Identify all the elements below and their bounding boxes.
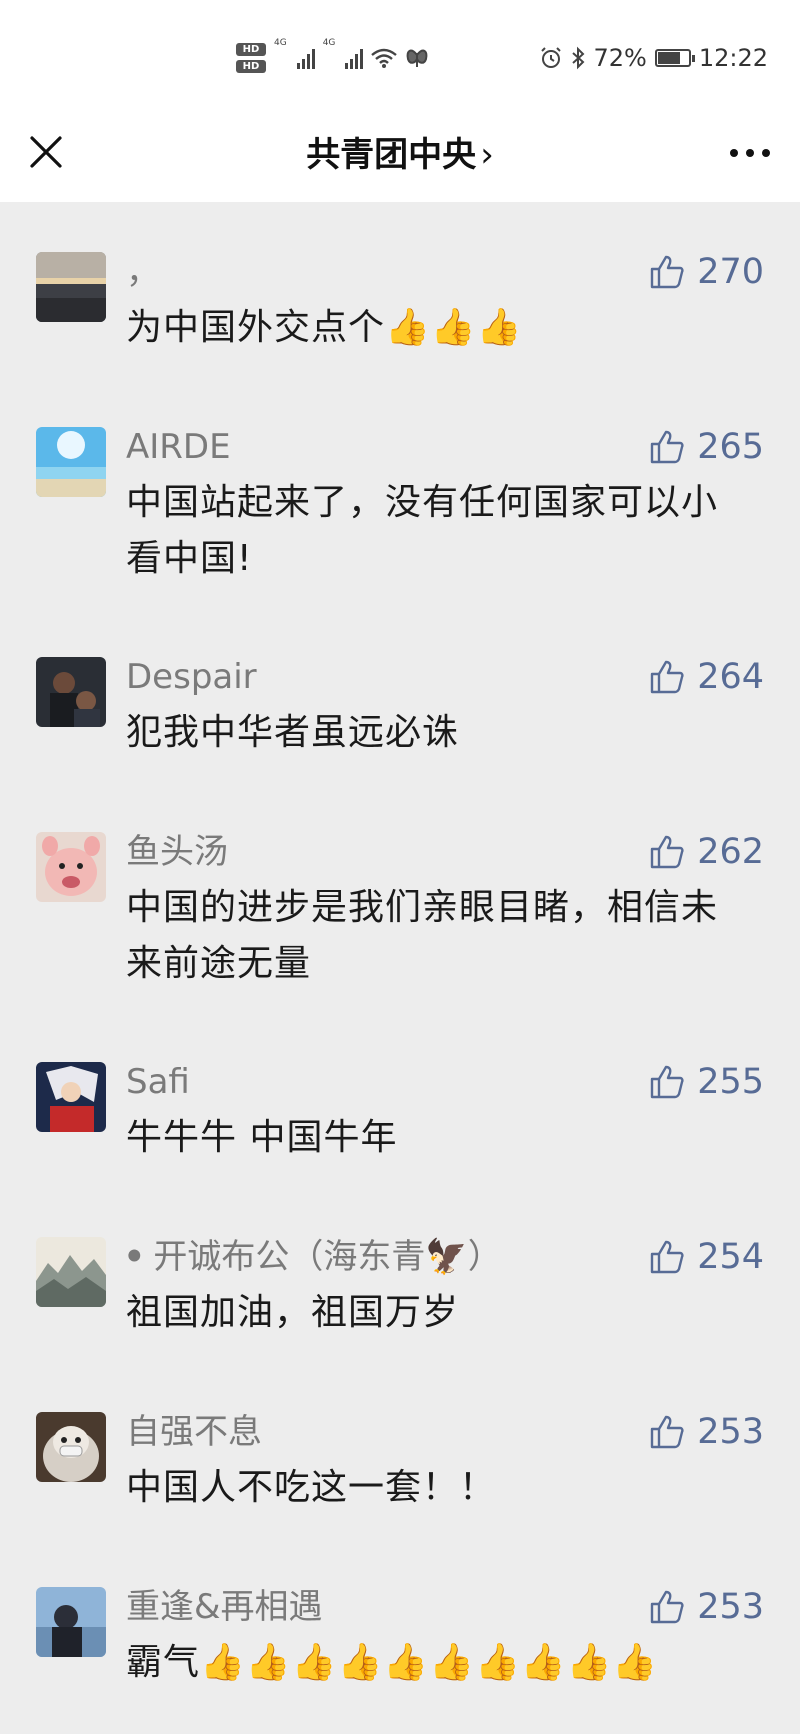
like-button[interactable]: 253 — [649, 1412, 764, 1452]
hd-badge-1: HD — [236, 43, 266, 56]
avatar[interactable] — [36, 657, 106, 727]
comment-author[interactable]: Safi — [126, 1062, 190, 1102]
bluetooth-icon — [572, 46, 585, 70]
comment-author[interactable]: Despair — [126, 657, 257, 697]
page-title-text: 共青团中央 — [306, 135, 477, 175]
thumbs-up-icon — [650, 430, 684, 464]
avatar[interactable] — [36, 1237, 106, 1307]
alarm-icon — [541, 47, 562, 68]
signal-2-icon — [345, 47, 364, 69]
status-left: HD HD 4G 4G — [236, 38, 429, 78]
comment-text: 祖国加油，祖国万岁 — [126, 1292, 460, 1333]
like-button[interactable]: 265 — [649, 427, 764, 467]
comment-author[interactable]: 自强不息 — [126, 1412, 262, 1452]
thumbs-up-icon — [650, 1065, 684, 1099]
comment-text: 中国人不吃这一套！！ — [126, 1467, 497, 1508]
thumbs-up-icon — [650, 1240, 684, 1274]
like-count: 270 — [697, 252, 764, 292]
comment-author[interactable]: ꔷ 开诚布公（海东青🦅） — [126, 1237, 502, 1277]
more-icon[interactable] — [730, 138, 770, 168]
avatar[interactable] — [36, 252, 106, 322]
status-right: 72% 12:22 — [539, 40, 768, 76]
thumbs-up-icon — [650, 1415, 684, 1449]
like-count: 253 — [697, 1412, 764, 1452]
comment-author[interactable]: AIRDE — [126, 427, 231, 467]
status-bar: HD HD 4G 4G 72% 12:22 — [0, 0, 800, 108]
sim2-label: 4G — [322, 38, 336, 48]
avatar[interactable] — [36, 1412, 106, 1482]
comment-text: 牛牛牛 中国牛年 — [126, 1117, 398, 1158]
hd-badge-2: HD — [236, 60, 266, 73]
comment-text: 为中国外交点个👍👍👍 — [126, 307, 523, 348]
comment-author[interactable]: 鱼头汤 — [126, 832, 228, 872]
battery-fill — [657, 52, 680, 64]
thumbs-up-icon — [650, 660, 684, 694]
chevron-right-icon: › — [480, 135, 494, 175]
avatar[interactable] — [36, 1062, 106, 1132]
thumbs-up-icon — [650, 1590, 684, 1624]
like-count: 255 — [697, 1062, 764, 1102]
nav-bar: 共青团中央 › — [0, 108, 800, 202]
like-count: 264 — [697, 657, 764, 697]
avatar[interactable] — [36, 1587, 106, 1657]
like-button[interactable]: 262 — [649, 832, 764, 872]
like-count: 253 — [697, 1587, 764, 1627]
clock: 12:22 — [698, 44, 768, 72]
comment-author[interactable]: 重逢&再相遇 — [126, 1587, 323, 1627]
page-title[interactable]: 共青团中央 › — [0, 132, 800, 178]
like-count: 262 — [697, 832, 764, 872]
hd-indicators: HD HD — [236, 43, 266, 73]
thumbs-up-icon — [650, 255, 684, 289]
battery-icon — [654, 49, 695, 67]
comment-text: 中国站起来了，没有任何国家可以小看中国! — [126, 482, 719, 579]
like-button[interactable]: 254 — [649, 1237, 764, 1277]
signal-1-icon — [296, 47, 315, 69]
comment-text: 霸气👍👍👍👍👍👍👍👍👍👍 — [126, 1642, 659, 1683]
sim1-label: 4G — [274, 38, 287, 48]
battery-percent: 72% — [593, 44, 647, 72]
like-button[interactable]: 270 — [649, 252, 764, 292]
like-count: 254 — [697, 1237, 764, 1277]
thumbs-up-icon — [650, 835, 684, 869]
wifi-icon — [371, 48, 398, 68]
butterfly-icon — [406, 49, 428, 67]
like-button[interactable]: 255 — [649, 1062, 764, 1102]
like-button[interactable]: 253 — [649, 1587, 764, 1627]
like-count: 265 — [697, 427, 764, 467]
comment-author[interactable]: ， — [126, 252, 160, 292]
comment-text: 犯我中华者虽远必诛 — [126, 712, 460, 753]
avatar[interactable] — [36, 427, 106, 497]
like-button[interactable]: 264 — [649, 657, 764, 697]
avatar[interactable] — [36, 832, 106, 902]
comment-text: 中国的进步是我们亲眼目睹，相信未来前途无量 — [126, 887, 719, 984]
